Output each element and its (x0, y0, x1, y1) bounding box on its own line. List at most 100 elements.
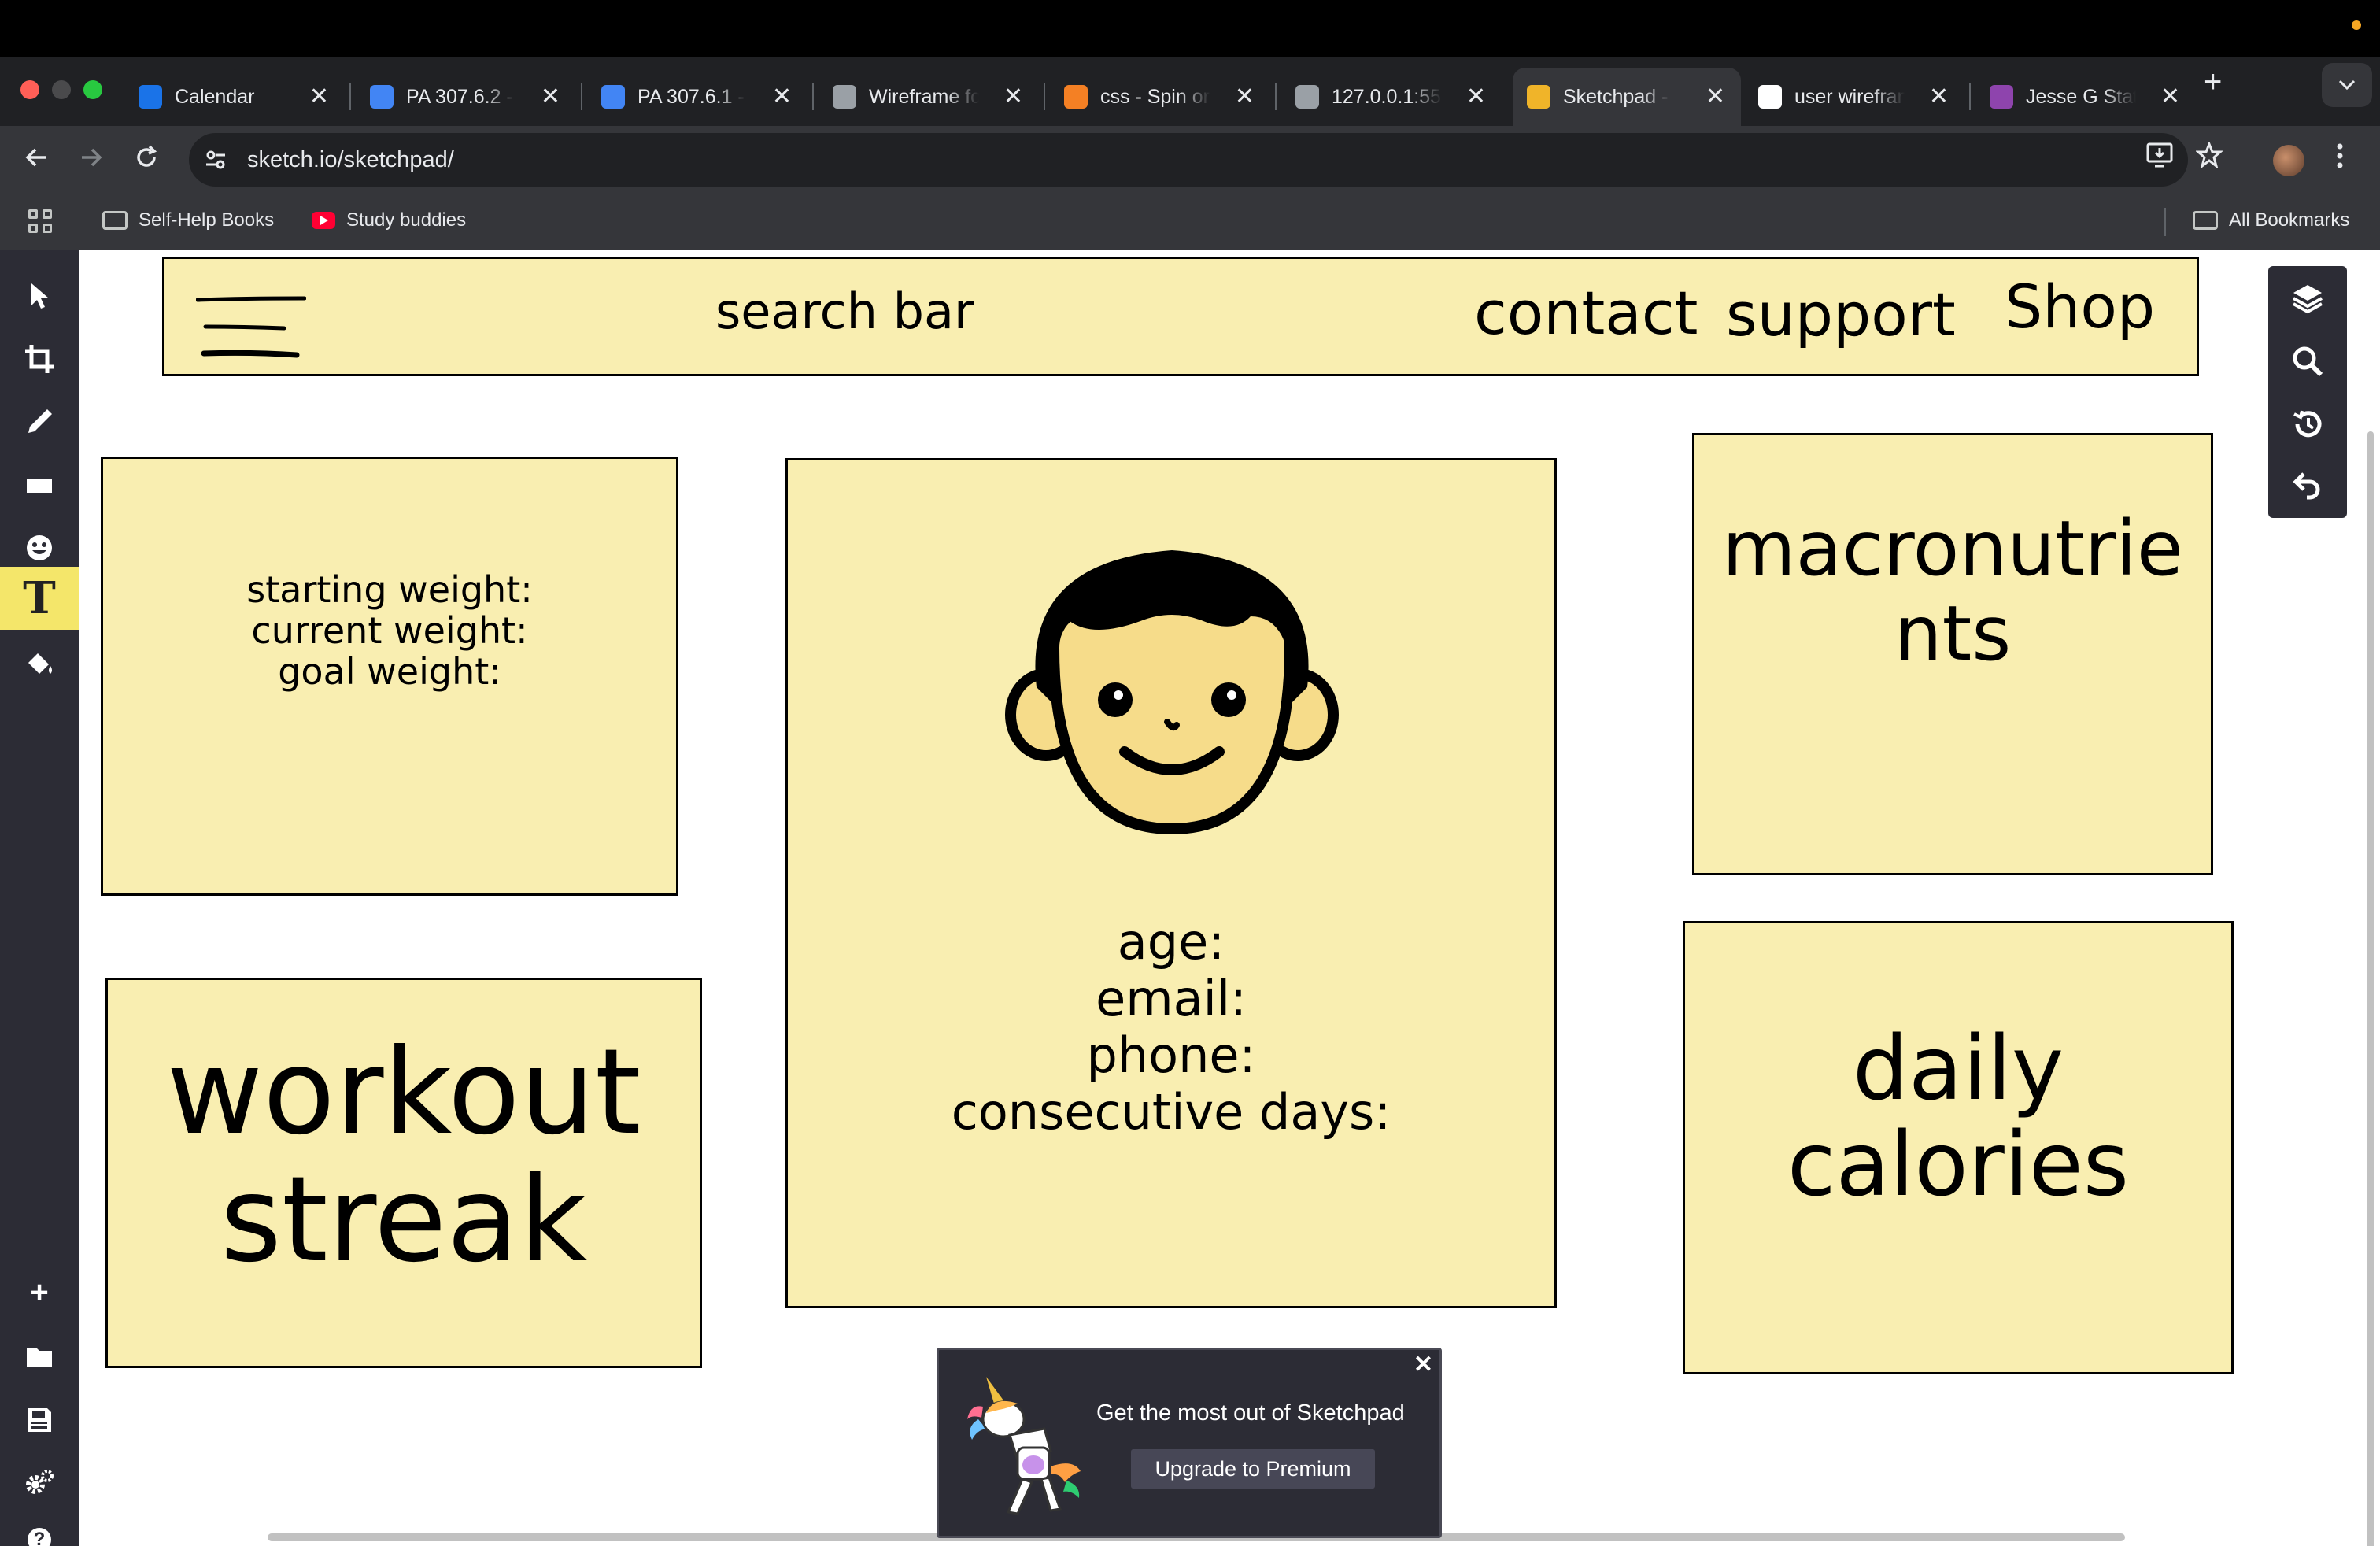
sketchpad-icon (1527, 85, 1550, 109)
window-zoom-button[interactable] (83, 80, 102, 99)
browser-menu-button[interactable] (2336, 142, 2344, 175)
apps-grid-icon[interactable] (28, 209, 52, 233)
google-icon (1758, 85, 1782, 109)
bookmark-star-icon[interactable] (2195, 140, 2223, 172)
promo-close-button[interactable]: ✕ (1414, 1353, 1433, 1377)
wireframe-nav-bar[interactable]: search bar contact support Shop (162, 257, 2199, 376)
tab-title: PA 307.6.1 - (638, 85, 745, 108)
graduation-cap-icon (139, 85, 162, 109)
tab-close-icon[interactable]: ✕ (309, 85, 329, 109)
workout-streak-text: workout streak (108, 1029, 700, 1284)
shape-tool[interactable] (0, 455, 79, 515)
tab-1[interactable]: PA 307.6.2 - ✕ (356, 68, 576, 126)
tab-3[interactable]: Wireframe for ✕ (819, 68, 1039, 126)
tab-8[interactable]: Jesse G State ✕ (1975, 68, 2196, 126)
settings-tool[interactable] (0, 1453, 79, 1513)
tab-close-icon[interactable]: ✕ (1003, 85, 1023, 109)
tab-close-icon[interactable]: ✕ (772, 85, 792, 109)
wireframe-daily-calories-card[interactable]: daily calories (1683, 921, 2234, 1374)
starting-weight-label: starting weight: (246, 568, 533, 611)
folder-icon (2193, 211, 2218, 230)
back-button[interactable] (22, 143, 50, 178)
vertical-scrollbar[interactable] (2367, 431, 2374, 1546)
install-app-icon[interactable] (2145, 142, 2174, 172)
tab-0[interactable]: Calendar ✕ (124, 68, 345, 126)
zoom-button[interactable] (2268, 331, 2347, 392)
bookmark-label: Study buddies (346, 209, 467, 231)
daily-calories-line-1: daily (1852, 1018, 2064, 1120)
floppy-disk-icon (28, 1408, 51, 1432)
add-tool[interactable]: + (0, 1263, 79, 1322)
history-button[interactable] (2268, 394, 2347, 455)
tab-5[interactable]: 127.0.0.1:550 ✕ (1281, 68, 1502, 126)
tab-4[interactable]: css - Spin or ✕ (1050, 68, 1270, 126)
workout-streak-line-2: streak (220, 1152, 588, 1289)
search-icon (2293, 346, 2323, 377)
bookmark-self-help-books[interactable]: Self-Help Books (102, 209, 274, 231)
tab-close-icon[interactable]: ✕ (1466, 85, 1486, 109)
history-icon (2293, 410, 2322, 438)
tab-title: user wirefram (1794, 85, 1905, 108)
tab-title: css - Spin or (1100, 85, 1210, 108)
text-tool[interactable]: T (0, 567, 79, 630)
globe-icon (1295, 85, 1319, 109)
undo-button[interactable] (2268, 455, 2347, 516)
tab-search-button[interactable] (2322, 63, 2372, 107)
crop-icon (25, 345, 54, 373)
email-label: email: (1096, 970, 1247, 1027)
crop-tool[interactable] (0, 329, 79, 389)
avatar-face-icon (1005, 550, 1339, 835)
phone-label: phone: (1086, 1026, 1256, 1084)
bookmark-study-buddies[interactable]: Study buddies (312, 209, 466, 231)
sketchpad-canvas[interactable]: T + ? search bar contact support Shop st… (0, 250, 2380, 1546)
wireframe-weights-card[interactable]: starting weight: current weight: goal we… (101, 457, 678, 896)
pen-icon (28, 409, 52, 433)
right-toolbar (2268, 266, 2347, 518)
address-bar[interactable]: sketch.io/sketchpad/ (189, 133, 2188, 187)
tab-title: 127.0.0.1:550 (1332, 85, 1442, 108)
brush-tool[interactable] (0, 392, 79, 452)
tab-separator (1969, 83, 1971, 110)
arrow-left-icon (25, 148, 46, 167)
profile-avatar[interactable] (2273, 145, 2304, 176)
wireframe-search-bar-label: search bar (715, 283, 974, 340)
help-tool[interactable]: ? (0, 1516, 79, 1546)
wireframe-profile-card[interactable]: age: email: phone: consecutive days: (785, 458, 1557, 1308)
site-settings-icon[interactable] (205, 149, 227, 171)
chevron-down-icon (2338, 80, 2356, 91)
tab-close-icon[interactable]: ✕ (1235, 85, 1255, 109)
tab-close-icon[interactable]: ✕ (1706, 85, 1725, 109)
upgrade-to-premium-button[interactable]: Upgrade to Premium (1131, 1449, 1375, 1489)
tab-title: Wireframe for (869, 85, 979, 108)
all-bookmarks-button[interactable]: All Bookmarks (2193, 209, 2349, 231)
layers-button[interactable] (2268, 268, 2347, 329)
wireframe-workout-streak-card[interactable]: workout streak (105, 978, 702, 1368)
goal-weight-label: goal weight: (278, 650, 501, 693)
tab-close-icon[interactable]: ✕ (2160, 85, 2180, 109)
window-close-button[interactable] (20, 80, 39, 99)
tab-separator (1044, 83, 1045, 110)
url-text[interactable]: sketch.io/sketchpad/ (247, 147, 454, 173)
tab-title: Jesse G State (2026, 85, 2136, 108)
wireframe-macronutrients-card[interactable]: macronutrie nts (1692, 433, 2213, 875)
tab-7[interactable]: user wirefram ✕ (1744, 68, 1964, 126)
open-file-tool[interactable] (0, 1326, 79, 1385)
reload-icon (137, 145, 157, 167)
window-minimize-button[interactable] (52, 80, 71, 99)
save-tool[interactable] (0, 1390, 79, 1450)
pointer-tool[interactable] (0, 266, 79, 326)
premium-promo-popup: ✕ Get the most out of Sketchpad Upgrade … (937, 1348, 1442, 1538)
fill-tool[interactable] (0, 633, 79, 693)
tab-6[interactable]: Sketchpad - ✕ (1513, 68, 1741, 126)
daily-calories-line-2: calories (1787, 1114, 2130, 1216)
tab-close-icon[interactable]: ✕ (1929, 85, 1949, 109)
paint-bucket-icon (28, 653, 52, 674)
reload-button[interactable] (132, 143, 161, 178)
screen: Calendar ✕ PA 307.6.2 - ✕ PA 307.6.1 - ✕ Wiref… (0, 0, 2380, 1546)
current-weight-label: current weight: (251, 609, 528, 652)
new-tab-button[interactable]: + (2204, 66, 2222, 98)
forward-button[interactable] (77, 143, 105, 178)
tab-separator (812, 83, 814, 110)
tab-close-icon[interactable]: ✕ (541, 85, 560, 109)
tab-2[interactable]: PA 307.6.1 - ✕ (587, 68, 808, 126)
